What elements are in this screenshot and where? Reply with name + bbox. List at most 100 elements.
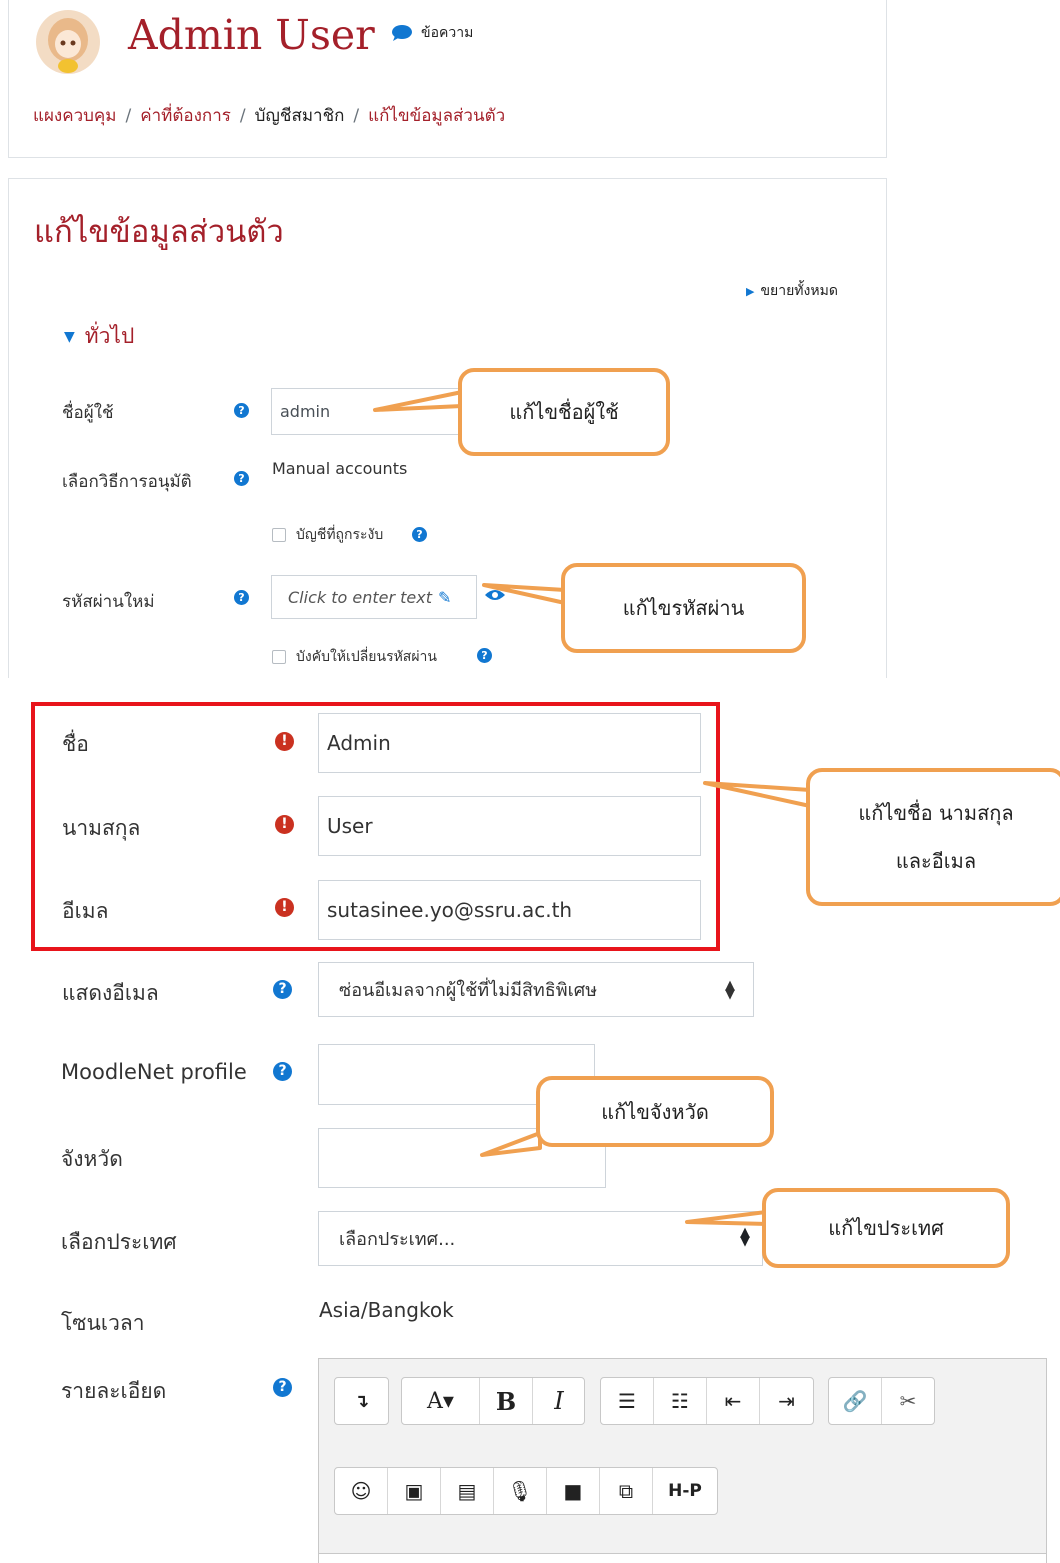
breadcrumb-dashboard[interactable]: แผงควบคุม <box>33 102 117 129</box>
record-audio-button[interactable]: 🎙 <box>494 1468 547 1514</box>
username-value: admin <box>280 402 331 421</box>
message-button[interactable]: ข้อความ <box>391 22 473 44</box>
select-arrows-icon: ▲ ▼ <box>725 977 735 1002</box>
callout-edit-city: แก้ไขจังหวัด <box>536 1076 774 1147</box>
breadcrumb-user-account: บัญชีสมาชิก <box>254 106 345 126</box>
breadcrumb-separator: / <box>353 105 360 126</box>
country-label: เลือกประเทศ <box>61 1230 177 1254</box>
help-icon[interactable]: ? <box>273 1378 292 1397</box>
help-icon[interactable]: ? <box>273 1062 292 1081</box>
toolbar-group-collapse: ↴ <box>334 1377 389 1425</box>
callout-edit-country-text: แก้ไขประเทศ <box>828 1216 944 1240</box>
toolbar-group-format: A▾ B I <box>401 1377 585 1425</box>
italic-button[interactable]: I <box>533 1378 585 1424</box>
breadcrumb-edit-profile[interactable]: แก้ไขข้อมูลส่วนตัว <box>368 102 505 129</box>
chat-bubble-icon <box>392 25 412 41</box>
country-select[interactable]: เลือกประเทศ... <box>318 1211 763 1266</box>
bold-button[interactable]: B <box>480 1378 533 1424</box>
force-password-change-checkbox[interactable] <box>272 650 286 664</box>
show-email-select[interactable]: ซ่อนอีเมลจากผู้ใช้ที่ไม่มีสิทธิพิเศษ ▲ ▼ <box>318 962 754 1017</box>
user-fullname: Admin User <box>128 11 375 59</box>
breadcrumb: แผงควบคุม / ค่าที่ต้องการ / บัญชีสมาชิก … <box>33 102 505 129</box>
help-icon[interactable]: ? <box>234 471 249 486</box>
help-icon[interactable]: ? <box>234 590 249 605</box>
help-icon[interactable]: ? <box>412 527 427 542</box>
editor-content-border <box>318 1554 1047 1563</box>
breadcrumb-preferences[interactable]: ค่าที่ต้องการ <box>140 102 231 129</box>
firstname-value: Admin <box>327 731 391 755</box>
required-icon: ! <box>275 815 294 834</box>
new-password-label: รหัสผ่านใหม่ <box>62 592 155 612</box>
toolbar-group-lists: ☰ ☷ ⇤ ⇥ <box>600 1377 814 1425</box>
description-label: รายละเอียด <box>61 1379 167 1403</box>
timezone-label: โซนเวลา <box>61 1311 145 1335</box>
help-icon[interactable]: ? <box>273 980 292 999</box>
image-button[interactable]: ▣ <box>388 1468 441 1514</box>
toolbar-group-links: 🔗 ✂ <box>828 1377 935 1425</box>
page-title: แก้ไขข้อมูลส่วนตัว <box>34 214 284 250</box>
callout-edit-name-email: แก้ไขชื่อ นามสกุล และอีเมล <box>806 768 1060 906</box>
expand-all-link[interactable]: ▶ ขยายทั้งหมด <box>746 280 838 302</box>
pencil-icon: ✎ <box>437 587 452 607</box>
media-button[interactable]: ▤ <box>441 1468 494 1514</box>
section-general-toggle[interactable]: ▼ ทั่วไป <box>64 320 134 353</box>
avatar[interactable] <box>36 10 100 74</box>
breadcrumb-separator: / <box>239 105 246 126</box>
avatar-image <box>48 18 88 73</box>
required-icon: ! <box>275 732 294 751</box>
lastname-label: นามสกุล <box>62 816 141 840</box>
password-field[interactable]: Click to enter text ✎ <box>271 575 477 619</box>
auth-method-value: Manual accounts <box>272 459 408 478</box>
firstname-label: ชื่อ <box>62 732 89 756</box>
city-label: จังหวัด <box>61 1147 123 1171</box>
email-label: อีเมล <box>62 899 109 923</box>
callout-edit-password-text: แก้ไขรหัสผ่าน <box>622 596 745 620</box>
email-input[interactable]: sutasinee.yo@ssru.ac.th <box>318 880 701 940</box>
help-icon[interactable]: ? <box>477 648 492 663</box>
lastname-value: User <box>327 814 373 838</box>
caret-down-icon: ▼ <box>64 328 75 345</box>
auth-method-label: เลือกวิธีการอนุมัติ <box>62 472 192 492</box>
country-value: เลือกประเทศ... <box>339 1229 456 1250</box>
caret-right-icon: ▶ <box>746 284 755 298</box>
section-general-label: ทั่วไป <box>84 324 135 348</box>
suspended-label: บัญชีที่ถูกระงับ <box>296 527 384 543</box>
unordered-list-button[interactable]: ☰ <box>601 1378 654 1424</box>
username-label: ชื่อผู้ใช้ <box>62 403 114 423</box>
callout-edit-city-text: แก้ไขจังหวัด <box>601 1099 709 1124</box>
record-video-button[interactable]: ■ <box>547 1468 600 1514</box>
lastname-input[interactable]: User <box>318 796 701 856</box>
link-button[interactable]: 🔗 <box>829 1378 882 1424</box>
h5p-button[interactable]: H-P <box>653 1468 717 1514</box>
paragraph-style-button[interactable]: A▾ <box>402 1378 480 1424</box>
suspended-checkbox[interactable] <box>272 528 286 542</box>
timezone-value: Asia/Bangkok <box>319 1298 454 1322</box>
callout-edit-username: แก้ไขชื่อผู้ใช้ <box>458 368 670 456</box>
show-email-value: ซ่อนอีเมลจากผู้ใช้ที่ไม่มีสิทธิพิเศษ <box>339 980 598 1001</box>
username-input[interactable]: admin <box>271 388 471 435</box>
manage-files-button[interactable]: ⧉ <box>600 1468 653 1514</box>
callout-edit-password: แก้ไขรหัสผ่าน <box>561 563 806 653</box>
ordered-list-button[interactable]: ☷ <box>654 1378 707 1424</box>
moodlenet-label: MoodleNet profile <box>61 1060 247 1084</box>
help-icon[interactable]: ? <box>234 403 249 418</box>
firstname-input[interactable]: Admin <box>318 713 701 773</box>
force-password-change-label: บังคับให้เปลี่ยนรหัสผ่าน <box>296 649 437 665</box>
callout-edit-country: แก้ไขประเทศ <box>762 1188 1010 1268</box>
indent-button[interactable]: ⇥ <box>760 1378 813 1424</box>
callout-edit-name-email-line1: แก้ไขชื่อ นามสกุล <box>858 801 1014 825</box>
breadcrumb-separator: / <box>125 105 132 126</box>
show-more-buttons[interactable]: ↴ <box>335 1378 388 1424</box>
expand-all-label: ขยายทั้งหมด <box>760 283 838 299</box>
unlink-button[interactable]: ✂ <box>882 1378 934 1424</box>
callout-edit-name-email-line2: และอีเมล <box>895 849 977 873</box>
outdent-button[interactable]: ⇤ <box>707 1378 760 1424</box>
callout-edit-username-text: แก้ไขชื่อผู้ใช้ <box>509 400 619 424</box>
password-placeholder: Click to enter text <box>288 587 432 607</box>
required-icon: ! <box>275 898 294 917</box>
emoji-button[interactable]: ☺ <box>335 1468 388 1514</box>
message-label: ข้อความ <box>421 25 474 41</box>
toolbar-group-media: ☺ ▣ ▤ 🎙 ■ ⧉ H-P <box>334 1467 718 1515</box>
select-arrows-icon: ▲ ▼ <box>740 1225 750 1249</box>
eye-icon[interactable] <box>484 588 506 602</box>
